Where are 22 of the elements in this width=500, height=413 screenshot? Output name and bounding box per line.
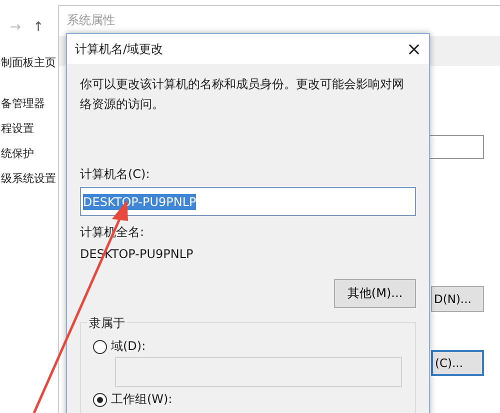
computer-name-field[interactable]: DESKTOP-PU9PNLP	[80, 187, 416, 216]
text-field[interactable]	[429, 135, 484, 159]
sidebar-link[interactable]: 统保护	[1, 146, 60, 161]
sidebar-link[interactable]: 备管理器	[1, 96, 60, 111]
radio-label: 域(D):	[111, 338, 146, 355]
domain-field[interactable]	[115, 357, 402, 387]
field-label: 计算机名(C):	[80, 166, 151, 183]
sidebar-link[interactable]: 程设置	[1, 121, 60, 136]
button[interactable]: (C)...	[431, 350, 484, 376]
group-title: 隶属于	[87, 315, 127, 332]
dialog-title: 计算机名/域更改	[75, 40, 164, 58]
sidebar-link[interactable]: 制面板主页	[1, 55, 60, 70]
radio-label: 工作组(W):	[111, 391, 172, 408]
sidebar-link[interactable]: 级系统设置	[1, 171, 60, 186]
radio-button[interactable]	[93, 392, 107, 406]
close-button[interactable]: ×	[399, 34, 429, 64]
more-button[interactable]: 其他(M)...	[334, 279, 416, 308]
nav-button[interactable]: ↑	[32, 20, 44, 35]
button[interactable]: D(N)...	[431, 286, 484, 312]
window-title: 系统属性	[66, 12, 116, 29]
radio-button[interactable]	[93, 340, 107, 354]
description-text: 你可以更改该计算机的名称和成员身份。更改可能会影响对网络资源的访问。	[80, 76, 405, 113]
